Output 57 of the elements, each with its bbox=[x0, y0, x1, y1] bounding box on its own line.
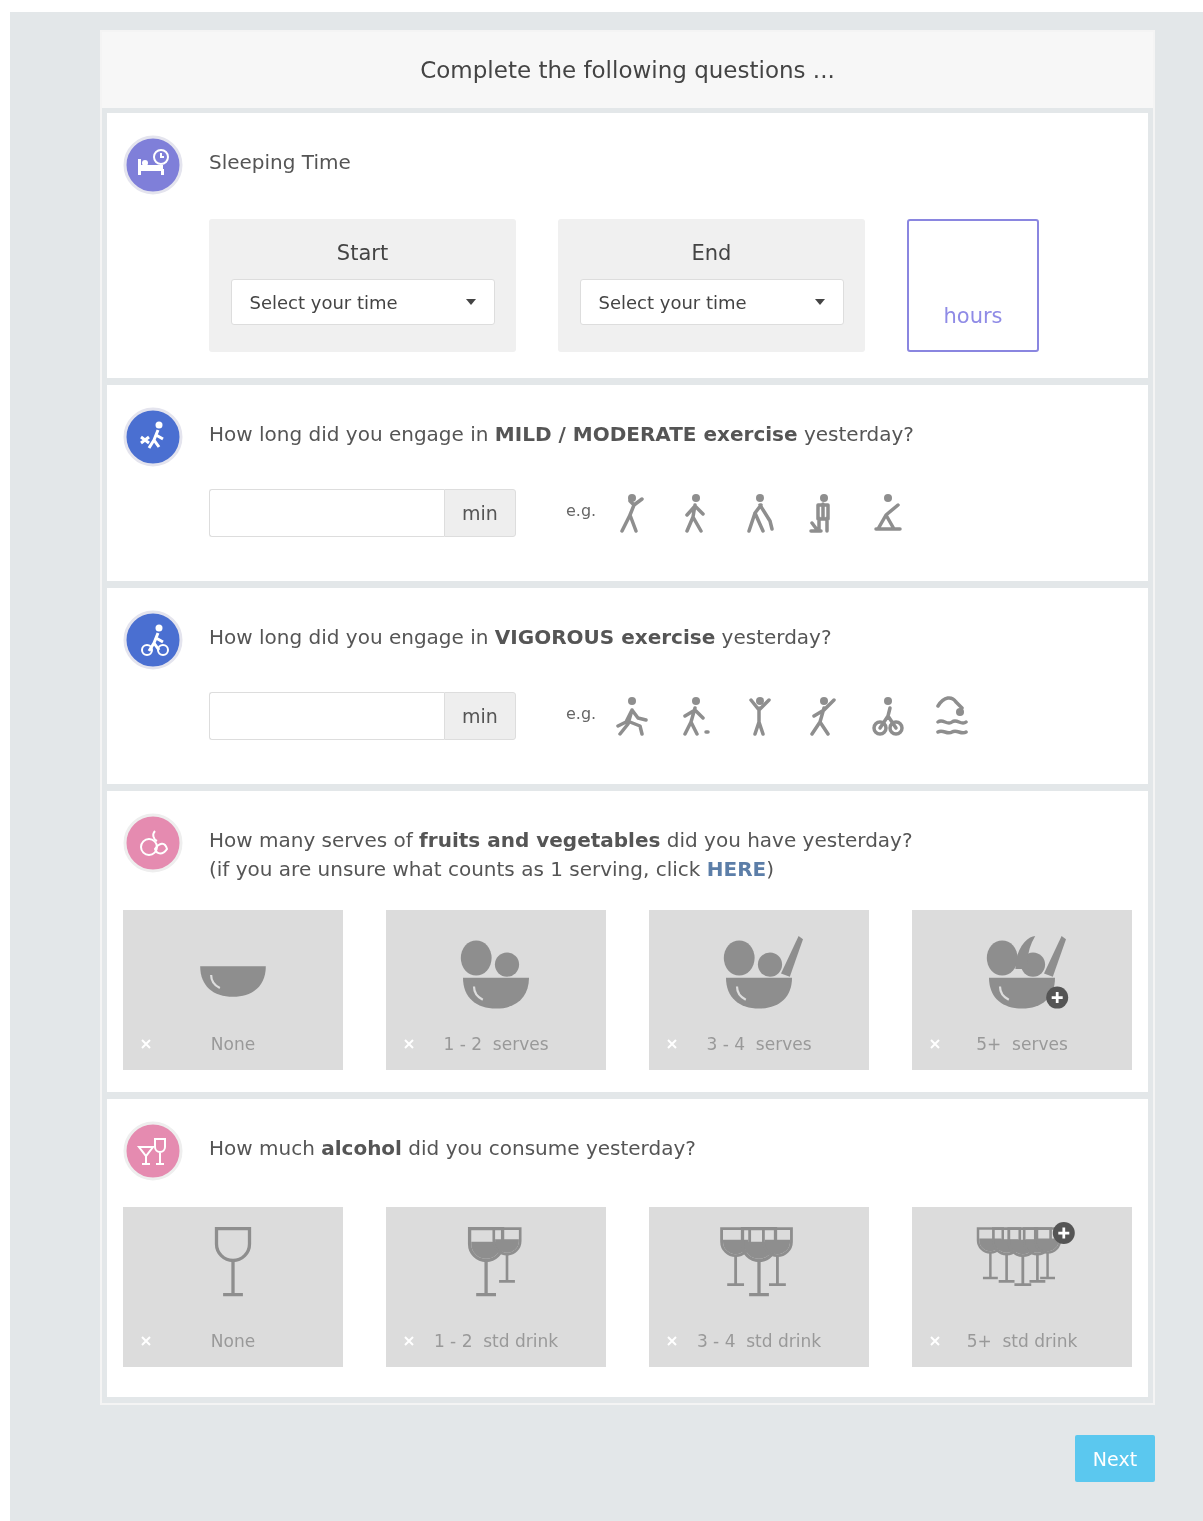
question-text: How much alcohol did you consume yesterday? bbox=[209, 1135, 696, 1162]
close-icon bbox=[930, 1336, 940, 1346]
cyclist-icon bbox=[123, 610, 183, 670]
fruit-icon bbox=[123, 813, 183, 873]
close-icon bbox=[141, 1336, 151, 1346]
drink-option[interactable]: 3 - 4 std drink bbox=[649, 1207, 869, 1367]
option-label: 1 - 2 serves bbox=[442, 1034, 550, 1054]
time-dropdown[interactable]: Select your time bbox=[230, 279, 495, 325]
question-text: How long did you engage in VIGOROUS exercise yesterday? bbox=[209, 624, 832, 651]
serving-option[interactable]: 5+ serves bbox=[912, 910, 1132, 1070]
drinks-icon bbox=[123, 1121, 183, 1181]
sitting-stretch-icon bbox=[872, 493, 905, 533]
drink-option[interactable]: 1 - 2 std drink bbox=[386, 1207, 606, 1367]
option-label: None bbox=[209, 1034, 257, 1054]
question-hint: (if you are unsure what counts as 1 serving, click HERE) bbox=[209, 856, 775, 883]
option-label: None bbox=[209, 1331, 257, 1351]
unit-label: min bbox=[444, 692, 516, 740]
close-icon bbox=[141, 1039, 151, 1049]
time-dropdown[interactable]: Select your time bbox=[579, 279, 844, 325]
hours-output: hours bbox=[907, 219, 1039, 352]
picker-label: Start bbox=[336, 241, 389, 265]
walking-figure-icon bbox=[123, 407, 183, 467]
next-button[interactable]: Next bbox=[1075, 1435, 1155, 1482]
caret-icon bbox=[814, 299, 825, 305]
example-label: e.g. bbox=[566, 500, 597, 520]
here-link[interactable]: HERE bbox=[706, 857, 767, 881]
drink-option[interactable]: None bbox=[123, 1207, 343, 1367]
close-icon bbox=[404, 1039, 414, 1049]
caret-icon bbox=[465, 299, 476, 305]
close-icon bbox=[930, 1039, 940, 1049]
option-label: 3 - 4 std drink bbox=[695, 1331, 823, 1351]
option-label: 1 - 2 std drink bbox=[432, 1331, 560, 1351]
minutes-field[interactable] bbox=[209, 489, 444, 537]
option-label: 3 - 4 serves bbox=[705, 1034, 813, 1054]
question-title: Sleeping Time bbox=[209, 149, 351, 176]
option-label: 5+ std drink bbox=[965, 1331, 1079, 1351]
question-text: How long did you engage in MILD / MODERATE exercise yesterday? bbox=[209, 421, 914, 448]
soccer-player-icon bbox=[680, 696, 713, 736]
minutes-field[interactable] bbox=[209, 692, 444, 740]
swimmer-icon bbox=[936, 696, 969, 736]
unit-label: min bbox=[444, 489, 516, 537]
serving-option[interactable]: None bbox=[123, 910, 343, 1070]
empty-bowl-icon bbox=[198, 964, 268, 999]
serving-option[interactable]: 1 - 2 serves bbox=[386, 910, 606, 1070]
running-figure-icon bbox=[616, 696, 649, 736]
question-text: How many serves of fruits and vegetables did you have yesterday? bbox=[209, 827, 913, 854]
picker-label: End bbox=[691, 241, 732, 265]
drink-option[interactable]: 5+ std drink bbox=[912, 1207, 1132, 1367]
example-label: e.g. bbox=[566, 703, 597, 723]
close-icon bbox=[667, 1039, 677, 1049]
close-icon bbox=[667, 1336, 677, 1346]
close-icon bbox=[404, 1336, 414, 1346]
bed-clock-icon bbox=[123, 135, 183, 195]
serving-option[interactable]: 3 - 4 serves bbox=[649, 910, 869, 1070]
form-title: Complete the following questions ... bbox=[420, 57, 835, 83]
cyclist-icon bbox=[872, 696, 905, 736]
option-label: 5+ serves bbox=[975, 1034, 1069, 1054]
